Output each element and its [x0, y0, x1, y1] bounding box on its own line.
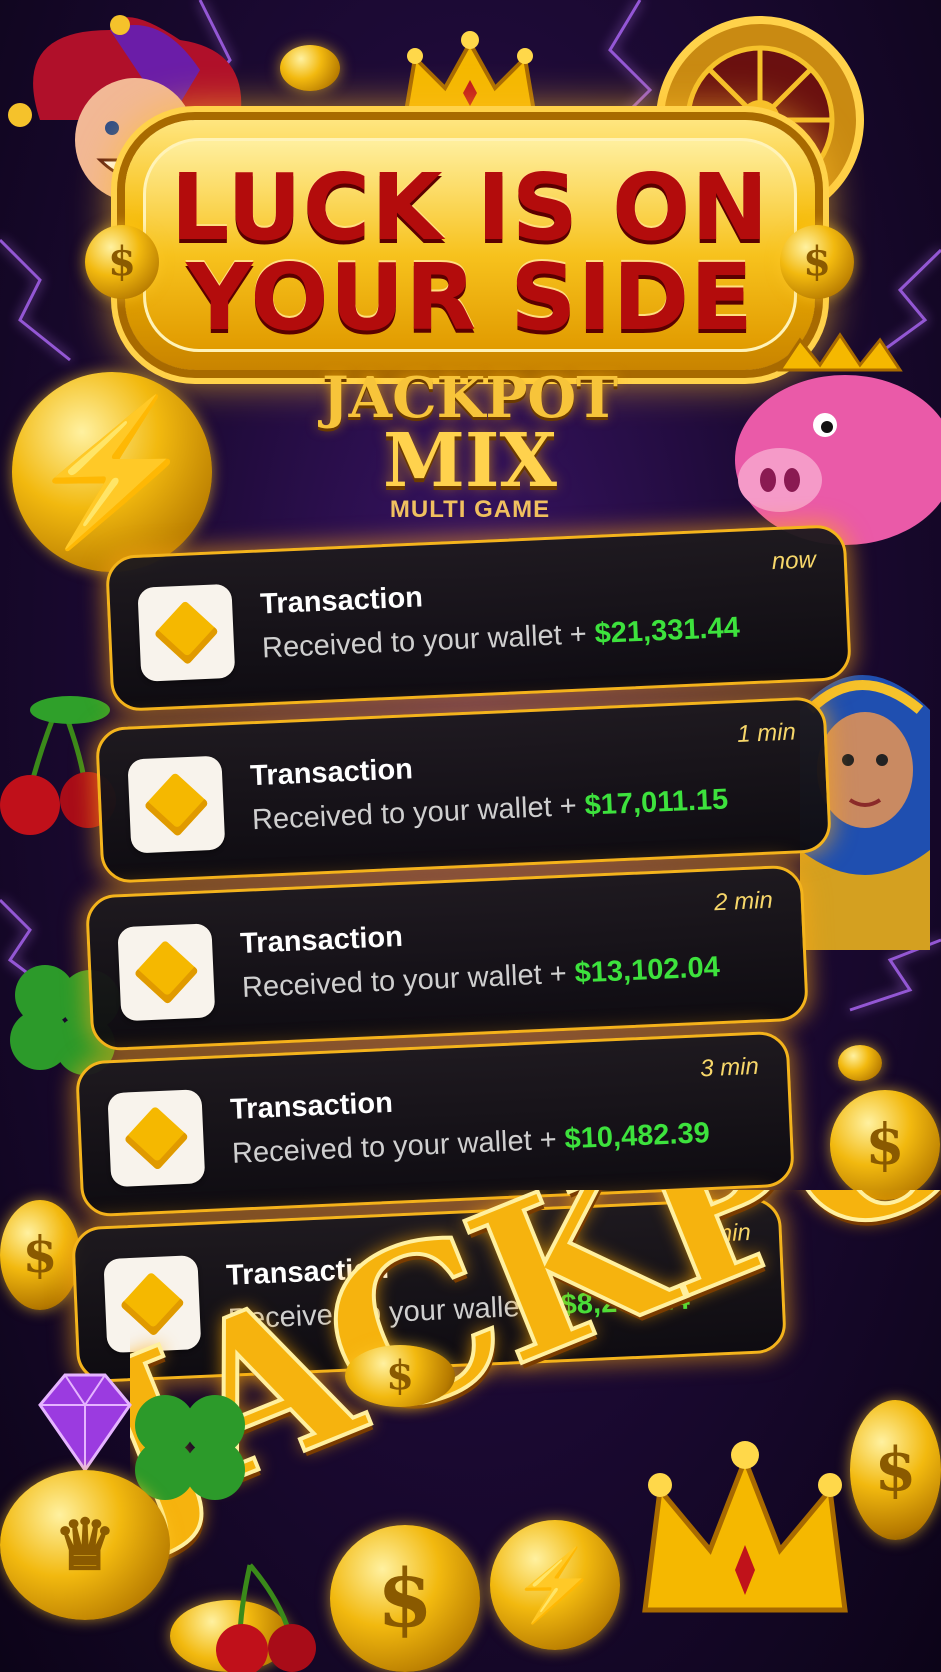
- diamond-icon: [143, 772, 209, 838]
- logo-line3: MULTI GAME: [389, 496, 551, 523]
- four-leaf-clover-icon: [135, 1395, 245, 1500]
- notification-card[interactable]: Transaction Received to your wallet + $2…: [104, 523, 853, 713]
- message-text: Received to your wallet +: [261, 617, 596, 665]
- notification-amount: $13,102.04: [573, 951, 721, 990]
- dollar-coin-icon: $: [830, 1090, 940, 1200]
- diamond-icon: [153, 600, 219, 666]
- diamond-icon: [123, 1105, 189, 1171]
- notification-message: Received to your wallet + $13,102.04: [241, 951, 720, 1005]
- notification-message: Received to your wallet + $21,331.44: [261, 612, 740, 666]
- banner-title-line2: YOUR SIDE: [186, 244, 754, 351]
- notification-title: Transaction: [239, 920, 404, 960]
- dollar-coin-icon: $: [850, 1400, 941, 1540]
- piggy-bank-icon: [735, 332, 941, 545]
- wallet-app-icon: [127, 755, 226, 854]
- dollar-coin-icon: $: [780, 225, 854, 299]
- jackpot-mix-logo: JACKPOT MIX MULTI GAME: [300, 370, 640, 530]
- crown-coin-icon: ♛: [0, 1470, 170, 1620]
- notification-time: 2 min: [713, 886, 774, 917]
- notification-amount: $21,331.44: [593, 611, 741, 650]
- dollar-coin-icon: $: [345, 1345, 455, 1407]
- notification-title: Transaction: [249, 753, 414, 793]
- notification-card[interactable]: Transaction Received to your wallet + $1…: [94, 696, 833, 884]
- cherries-icon: [216, 1563, 316, 1672]
- message-text: Received to your wallet +: [231, 1123, 566, 1170]
- notification-card[interactable]: Transaction Received to your wallet + $1…: [84, 864, 810, 1052]
- notification-title: Transaction: [229, 1086, 394, 1126]
- dollar-coin-icon: $: [330, 1525, 480, 1672]
- lightning-coin-icon: ⚡: [12, 372, 212, 572]
- crown-icon: [402, 31, 538, 120]
- banner-title-line1: LUCK IS ON: [170, 154, 770, 261]
- diamond-icon: [133, 939, 199, 1005]
- wallet-app-icon: [107, 1089, 206, 1188]
- gold-coin-icon: [280, 45, 340, 91]
- lightning-coin-icon: ⚡: [490, 1520, 620, 1650]
- gold-coin-icon: [838, 1045, 882, 1081]
- notification-time: 1 min: [736, 718, 797, 748]
- notification-message: Received to your wallet + $17,011.15: [251, 783, 728, 837]
- notification-message: Received to your wallet + $10,482.39: [231, 1117, 710, 1171]
- notification-title: Transaction: [259, 581, 424, 621]
- notification-time: 3 min: [699, 1052, 760, 1083]
- crown-icon: [642, 1441, 848, 1613]
- wallet-app-icon: [117, 923, 216, 1022]
- wallet-app-icon: [137, 583, 236, 682]
- notification-amount: $17,011.15: [583, 783, 729, 822]
- title-banner: LUCK IS ON YOUR SIDE: [125, 120, 815, 370]
- message-text: Received to your wallet +: [241, 957, 576, 1004]
- dollar-coin-icon: $: [85, 225, 159, 299]
- message-text: Received to your wallet +: [251, 789, 586, 837]
- dollar-coin-icon: $: [0, 1200, 80, 1310]
- notification-amount: $10,482.39: [563, 1117, 711, 1156]
- logo-line2: MIX: [383, 418, 557, 504]
- notification-time: now: [771, 546, 817, 576]
